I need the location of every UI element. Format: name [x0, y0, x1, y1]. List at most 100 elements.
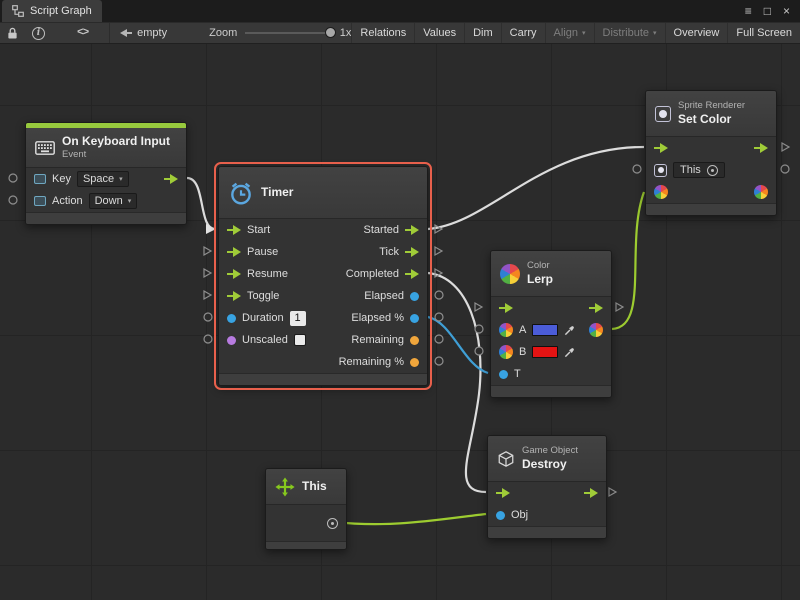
port-marker-setcolor-value-out[interactable]: [781, 165, 789, 173]
port-marker-pause[interactable]: [204, 247, 211, 255]
port-marker-keyboard-key[interactable]: [9, 174, 17, 182]
setcolor-value-out-port[interactable]: [754, 185, 768, 199]
setcolor-flow-out[interactable]: [754, 143, 768, 153]
pause-port[interactable]: Pause: [227, 246, 278, 258]
tick-port[interactable]: Tick: [379, 246, 419, 258]
started-port[interactable]: Started: [364, 224, 419, 236]
port-marker-remaining[interactable]: [435, 335, 443, 343]
zoom-slider[interactable]: [245, 27, 332, 39]
elapsed-port[interactable]: Elapsed: [364, 290, 419, 302]
flow-in-icon[interactable]: [499, 303, 513, 313]
completed-port[interactable]: Completed: [346, 268, 419, 280]
flow-out-icon: [405, 225, 419, 235]
node-header[interactable]: Game Object Destroy: [488, 436, 606, 482]
port-marker-lerp-flow-out[interactable]: [616, 303, 623, 311]
port-marker-setcolor-target[interactable]: [633, 165, 641, 173]
start-port[interactable]: Start: [227, 224, 270, 236]
color-a-swatch[interactable]: [532, 324, 558, 336]
elapsed-pct-port[interactable]: Elapsed %: [351, 312, 419, 324]
align-button[interactable]: Align ▾: [545, 23, 594, 43]
port-marker-lerp-flow-in[interactable]: [475, 303, 482, 311]
node-timer[interactable]: Timer Start Started Pause T: [218, 166, 428, 386]
wire-this-to-destroy-obj[interactable]: [334, 514, 486, 524]
lerp-row-a: A: [491, 319, 611, 341]
object-port-icon[interactable]: [496, 511, 505, 520]
duration-port[interactable]: Duration 1: [227, 311, 306, 326]
port-marker-resume[interactable]: [204, 269, 211, 277]
color-port-icon[interactable]: [499, 345, 513, 359]
eyedropper-icon[interactable]: [564, 325, 575, 336]
duration-input[interactable]: 1: [290, 311, 306, 326]
wire-started-to-setcolor-flow[interactable]: [428, 147, 644, 229]
distribute-button[interactable]: Distribute ▾: [594, 23, 665, 43]
lerp-color-out-port[interactable]: [589, 323, 603, 337]
breadcrumb-arrow-icon: [120, 29, 132, 38]
lock-button[interactable]: [0, 23, 25, 43]
info-button[interactable]: i: [25, 23, 52, 43]
node-destroy[interactable]: Game Object Destroy Obj: [487, 435, 607, 539]
wire-lerp-to-setcolor-color[interactable]: [612, 192, 644, 329]
node-set-color[interactable]: Sprite Renderer Set Color This: [645, 90, 777, 216]
unscaled-port[interactable]: Unscaled: [227, 334, 306, 346]
port-marker-keyboard-action[interactable]: [9, 196, 17, 204]
code-view-button[interactable]: <>: [70, 23, 95, 43]
port-marker-lerp-b[interactable]: [475, 347, 483, 355]
port-marker-duration[interactable]: [204, 313, 212, 321]
node-color-lerp[interactable]: Color Lerp A: [490, 250, 612, 398]
window-menu-icon[interactable]: ≡: [745, 4, 752, 18]
port-marker-tick[interactable]: [435, 247, 442, 255]
port-marker-setcolor-flow-out[interactable]: [782, 143, 789, 151]
port-marker-lerp-a[interactable]: [475, 325, 483, 333]
eyedropper-icon[interactable]: [564, 347, 575, 358]
node-on-keyboard-input[interactable]: On Keyboard Input Event Key Space ▾ Acti…: [25, 122, 187, 225]
graph-canvas[interactable]: On Keyboard Input Event Key Space ▾ Acti…: [0, 44, 800, 600]
remaining-pct-port[interactable]: Remaining %: [339, 356, 419, 368]
window-close-icon[interactable]: ×: [783, 4, 790, 18]
zoom-slider-track[interactable]: [245, 32, 332, 34]
key-dropdown[interactable]: Space ▾: [77, 171, 129, 187]
remaining-port[interactable]: Remaining: [351, 334, 419, 346]
dim-button[interactable]: Dim: [464, 23, 501, 43]
color-b-swatch[interactable]: [532, 346, 558, 358]
port-marker-destroy-flow-out[interactable]: [609, 488, 616, 496]
unscaled-checkbox[interactable]: [294, 334, 306, 346]
trigger-flow-out-port[interactable]: [164, 174, 178, 184]
node-this[interactable]: This: [265, 468, 347, 550]
wire-keyboard-to-timer-start[interactable]: [187, 178, 215, 229]
destroy-flow-out[interactable]: [584, 488, 598, 498]
node-header[interactable]: This: [266, 469, 346, 505]
resume-port[interactable]: Resume: [227, 268, 288, 280]
float-port-icon[interactable]: [499, 370, 508, 379]
this-out-port[interactable]: [327, 518, 338, 529]
toggle-port[interactable]: Toggle: [227, 290, 279, 302]
wire-completed-to-destroy-flow[interactable]: [428, 273, 486, 492]
port-marker-unscaled[interactable]: [204, 335, 212, 343]
port-marker-toggle[interactable]: [204, 291, 211, 299]
port-marker-remaining-pct[interactable]: [435, 357, 443, 365]
target-picker-icon[interactable]: [707, 165, 718, 176]
zoom-slider-handle[interactable]: [325, 27, 336, 38]
color-port-icon[interactable]: [499, 323, 513, 337]
node-header[interactable]: Sprite Renderer Set Color: [646, 91, 776, 137]
overview-button[interactable]: Overview: [665, 23, 728, 43]
cube-icon: [497, 450, 515, 468]
flow-in-icon[interactable]: [496, 488, 510, 498]
graph-breadcrumb[interactable]: empty: [110, 27, 177, 39]
color-port-icon[interactable]: [654, 185, 668, 199]
node-header[interactable]: Timer: [219, 167, 427, 219]
tab-script-graph[interactable]: Script Graph: [2, 0, 102, 22]
flow-in-icon[interactable]: [654, 143, 668, 153]
action-dropdown[interactable]: Down ▾: [89, 193, 138, 209]
flow-in-icon: [227, 269, 241, 279]
lerp-flow-out[interactable]: [589, 303, 603, 313]
port-marker-elapsed-pct[interactable]: [435, 313, 443, 321]
node-header[interactable]: Color Lerp: [491, 251, 611, 297]
values-button[interactable]: Values: [414, 23, 464, 43]
target-field[interactable]: This: [673, 162, 725, 178]
node-header[interactable]: On Keyboard Input Event: [26, 128, 186, 168]
relations-button[interactable]: Relations: [351, 23, 414, 43]
carry-button[interactable]: Carry: [501, 23, 545, 43]
window-maximize-icon[interactable]: □: [764, 4, 771, 18]
fullscreen-button[interactable]: Full Screen: [727, 23, 800, 43]
port-marker-elapsed[interactable]: [435, 291, 443, 299]
